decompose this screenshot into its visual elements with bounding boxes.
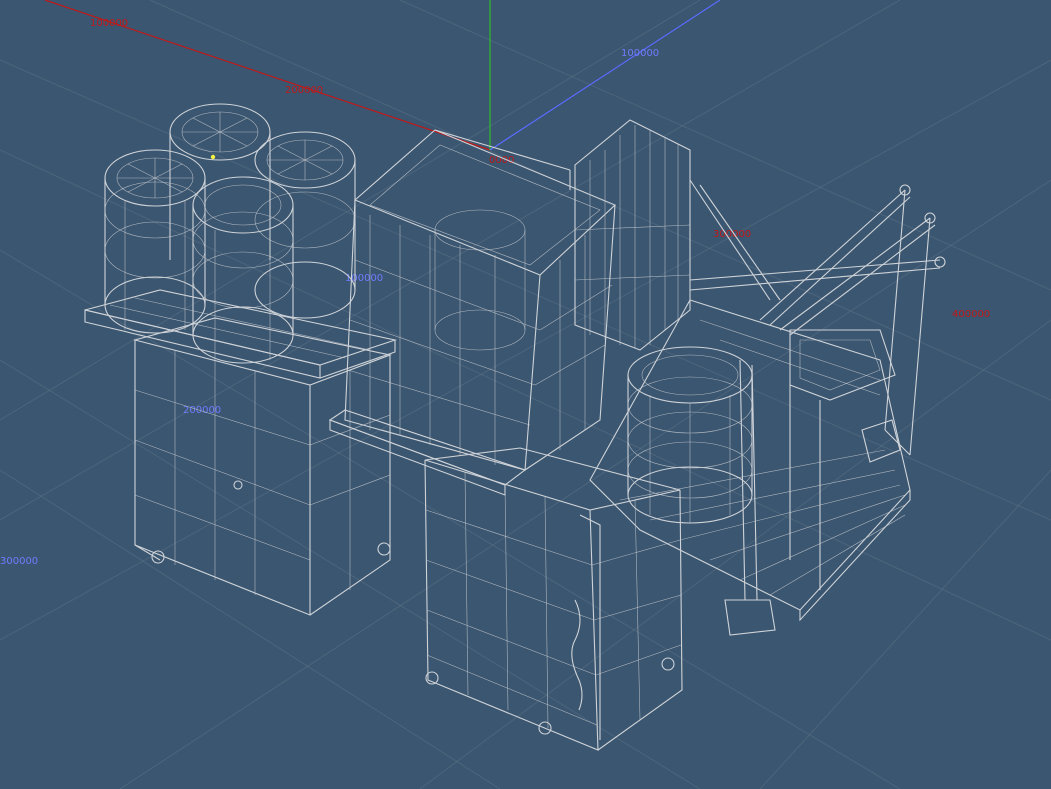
axis-label: 400000	[952, 309, 990, 320]
world-axes	[44, 0, 721, 151]
container-cage-front[interactable]	[424, 447, 683, 751]
3d-viewport[interactable]: 100000 200000 0000 300000 400000 100000 …	[0, 0, 1051, 789]
axis-label: 100000	[621, 48, 659, 59]
axis-label: 0000	[489, 155, 514, 166]
pivot-marker[interactable]	[210, 154, 216, 160]
wireframe-scene[interactable]: 100000 200000 0000 300000 400000 100000 …	[0, 0, 1051, 789]
axis-label: 300000	[0, 556, 38, 567]
central-frame[interactable]	[328, 129, 616, 496]
barrel-cluster[interactable]	[104, 103, 356, 364]
axis-label: 200000	[285, 85, 323, 96]
ground-grid	[0, 0, 1051, 789]
axis-label: 100000	[90, 18, 128, 29]
barrel-single[interactable]	[627, 346, 753, 524]
